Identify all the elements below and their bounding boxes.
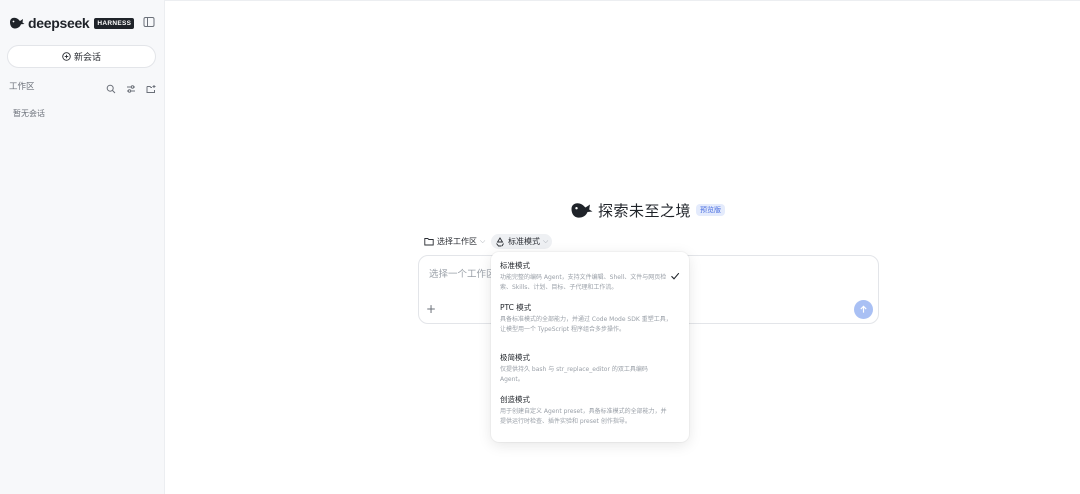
- brand[interactable]: deepseek HARNESS: [9, 15, 135, 31]
- composer-placeholder: 选择一个工作区: [429, 269, 496, 280]
- top-divider: [165, 0, 1080, 1]
- sliders-icon[interactable]: [126, 79, 136, 93]
- mode-option-title: 极简模式: [500, 353, 530, 362]
- mode-option-title: 创造模式: [500, 395, 530, 404]
- mode-option-description: 仅提供持久 bash 与 str_replace_editor 的双工具编码 A…: [500, 366, 648, 383]
- sidebar: deepseek HARNESS 新会话 工作区 暂无会话: [0, 0, 165, 494]
- workspace-tools: [106, 79, 156, 94]
- workspace-picker-label: 选择工作区: [437, 237, 477, 246]
- mode-option-standard[interactable]: 标准模式 功能完整的编码 Agent，支持文件编辑、Shell、文件与网页检索、…: [500, 261, 672, 293]
- mode-option-title: 标准模式: [500, 261, 530, 270]
- search-icon[interactable]: [106, 79, 116, 94]
- mode-option-description: 用于创建自定义 Agent preset，具备标准模式的全部能力，并提供运行时检…: [500, 408, 667, 425]
- arrow-up-icon: [860, 305, 867, 313]
- chevron-down-icon: ⌵: [480, 237, 486, 245]
- workspace-label: 工作区: [9, 82, 35, 92]
- mode-option-title: PTC 模式: [500, 303, 532, 312]
- recycle-mode-icon: [496, 236, 504, 246]
- new-chat-label: 新会话: [73, 53, 101, 63]
- mode-picker[interactable]: 标准模式 ⌵: [491, 234, 553, 249]
- plus-icon[interactable]: +: [426, 302, 436, 316]
- mode-option-minimal[interactable]: 极简模式 仅提供持久 bash 与 str_replace_editor 的双工…: [500, 353, 672, 385]
- folder-icon: [424, 238, 434, 246]
- plus-circle-icon: [62, 52, 71, 61]
- send-button[interactable]: [854, 300, 873, 319]
- chevron-down-icon: ⌵: [543, 237, 549, 245]
- mode-option-description: 具备标准模式的全部能力，并通过 Code Mode SDK 重塑工具，让模型用一…: [500, 316, 672, 333]
- mode-option-description: 功能完整的编码 Agent，支持文件编辑、Shell、文件与网页检索、Skill…: [500, 274, 667, 291]
- mode-option-create[interactable]: 创造模式 用于创建自定义 Agent preset，具备标准模式的全部能力，并提…: [500, 395, 672, 427]
- whale-logo-icon: [571, 203, 593, 218]
- workspace-picker[interactable]: 选择工作区 ⌵: [420, 234, 489, 249]
- mode-menu: 标准模式 功能完整的编码 Agent，支持文件编辑、Shell、文件与网页检索、…: [491, 252, 689, 442]
- sidebar-toggle-icon[interactable]: [143, 16, 155, 28]
- hero-title: 探索未至之境: [598, 201, 692, 220]
- mode-picker-label: 标准模式: [508, 237, 540, 246]
- hero: 探索未至之境 预览版: [570, 200, 726, 220]
- mode-option-ptc[interactable]: PTC 模式 具备标准模式的全部能力，并通过 Code Mode SDK 重塑工…: [500, 303, 672, 335]
- brand-badge: HARNESS: [94, 17, 135, 29]
- empty-sessions-label: 暂无会话: [13, 109, 45, 118]
- check-icon: [671, 272, 680, 280]
- new-folder-icon[interactable]: [146, 79, 156, 93]
- preview-badge: 预览版: [696, 204, 726, 216]
- brand-name: deepseek: [28, 15, 90, 31]
- whale-logo-icon: [10, 17, 25, 29]
- new-chat-button[interactable]: 新会话: [7, 45, 156, 68]
